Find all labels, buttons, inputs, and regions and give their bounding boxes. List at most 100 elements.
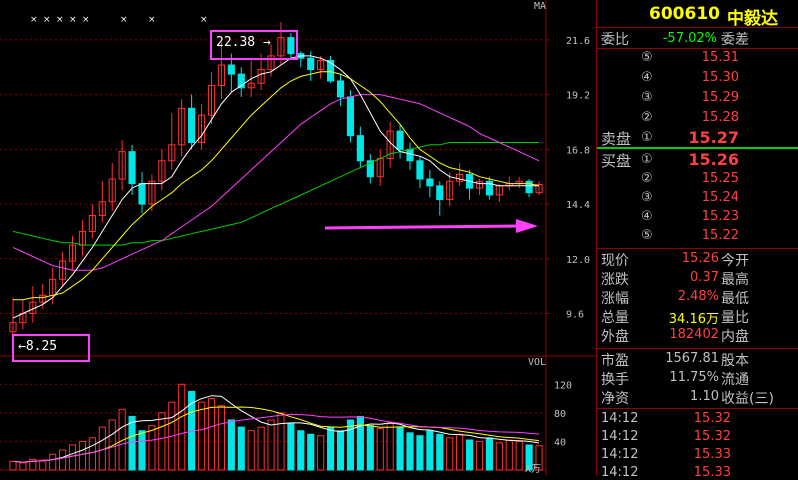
candle-body (416, 160, 424, 180)
candle-body (426, 178, 434, 187)
sell-level-index: ① (641, 130, 653, 145)
marker-x: × (43, 15, 51, 25)
candle-body (307, 57, 315, 71)
stat-label-right: 股本 (721, 353, 749, 369)
marker-x: × (82, 15, 90, 25)
stat-label-right: 今开 (721, 253, 749, 269)
stat-label-right: 最高 (721, 272, 749, 288)
candle-body (128, 151, 136, 185)
tick-time: 14:12 (601, 411, 639, 426)
sell-level-index: ③ (641, 90, 653, 105)
stat-label-right: 收益(三) (721, 391, 774, 407)
sell-level-index: ④ (641, 70, 653, 85)
stat-label: 涨幅 (601, 291, 629, 307)
volume-bar (9, 460, 17, 471)
low-annotation: ←8.25 (12, 334, 90, 362)
stat-label: 现价 (601, 253, 629, 269)
high-annotation: 22.38 → (210, 30, 298, 60)
kline-svg[interactable]: 21.6 19.2 16.8 14.4 12.0 9.6 120 80 40 × × × × × × × × (0, 0, 596, 476)
vol-label: VOL (528, 357, 547, 368)
volume-bar (436, 433, 444, 471)
volume-bar (416, 435, 424, 471)
candle-body (327, 59, 335, 82)
candle-body (356, 135, 364, 162)
volume-bar (426, 430, 434, 471)
volume-bar (485, 437, 493, 471)
volume-bar (317, 435, 325, 471)
price-tick-label: 12.0 (566, 255, 590, 266)
volume-bar (247, 430, 255, 471)
volume-bar (49, 453, 57, 471)
volume-bar (148, 425, 156, 471)
tick-time: 14:12 (601, 465, 639, 480)
tick-price: 15.32 (693, 411, 731, 426)
candle-body (436, 185, 444, 201)
volume-bar (475, 440, 484, 471)
sell-level-index: ② (641, 110, 653, 125)
sell-price: 15.29 (701, 90, 739, 105)
tick-price: 15.33 (693, 465, 731, 480)
volume-bar (307, 433, 315, 471)
low-annotation-value: 8.25 (25, 339, 58, 354)
volume-bar (78, 440, 87, 471)
divider (597, 408, 798, 409)
price-tick-label: 21.6 (566, 36, 590, 47)
volume-bar (227, 419, 235, 471)
volume-bar (346, 419, 355, 471)
volume-bar (505, 439, 513, 471)
stat-value: 0.37 (690, 270, 719, 285)
stat-label: 换手 (601, 372, 629, 388)
buy-level-index: ⑤ (641, 228, 653, 243)
stock-code: 600610 (649, 4, 720, 24)
candle-body (227, 64, 235, 75)
marker-x: × (200, 15, 208, 25)
stat-value: 1567.81 (665, 351, 719, 366)
arrow-left-icon: ← (18, 339, 26, 354)
stat-value: 15.26 (681, 251, 719, 266)
divider (597, 348, 798, 349)
volume-bar (217, 405, 225, 471)
tick-time: 14:12 (601, 447, 639, 462)
stat-label: 净资 (601, 391, 629, 407)
candle-body (138, 183, 146, 205)
volume-bar (178, 383, 186, 471)
volume-bar (336, 430, 345, 471)
volume-bar (68, 444, 77, 471)
stat-label-right: 最低 (721, 291, 749, 307)
kline-chart[interactable]: 21.6 19.2 16.8 14.4 12.0 9.6 120 80 40 × × × × × × × × M… (0, 0, 596, 476)
price-tick-label: 19.2 (566, 91, 590, 102)
volume-bar (297, 430, 305, 471)
buy-price: 15.26 (688, 150, 739, 169)
volume-bar (465, 439, 474, 471)
volume-bar (406, 432, 414, 471)
volume-bar (386, 423, 394, 471)
stat-value: 11.75% (669, 370, 719, 385)
stat-value: 34.16万 (668, 312, 719, 327)
stat-value: 182402 (669, 327, 719, 342)
weibi-value: -57.02% (662, 31, 717, 46)
volume-bar (287, 423, 295, 471)
volume-bar (128, 415, 136, 471)
weibi-label: 委比 (601, 32, 629, 48)
marker-x: × (30, 15, 38, 25)
sell-price: 15.27 (688, 128, 739, 147)
volume-bar (138, 430, 146, 471)
tick-price: 15.33 (693, 447, 731, 462)
bid-ask-separator (597, 147, 798, 149)
candle-body (396, 130, 404, 150)
stat-label: 外盘 (601, 329, 629, 345)
buy-price: 15.22 (701, 228, 739, 243)
volume-bar (495, 442, 503, 471)
price-tick-label: 9.6 (566, 310, 584, 321)
volume-bar (376, 428, 384, 471)
volume-bar (456, 433, 464, 471)
sell-price: 15.30 (701, 70, 739, 85)
stock-name: 中毅达 (727, 9, 778, 29)
stat-label: 涨跌 (601, 272, 629, 288)
volume-bar (327, 426, 335, 471)
sell-price: 15.28 (701, 110, 739, 125)
volume-bar (257, 426, 265, 471)
vol-unit: X万 (525, 464, 542, 475)
vol-tick-label: 120 (554, 380, 572, 391)
marker-x: × (120, 15, 128, 25)
